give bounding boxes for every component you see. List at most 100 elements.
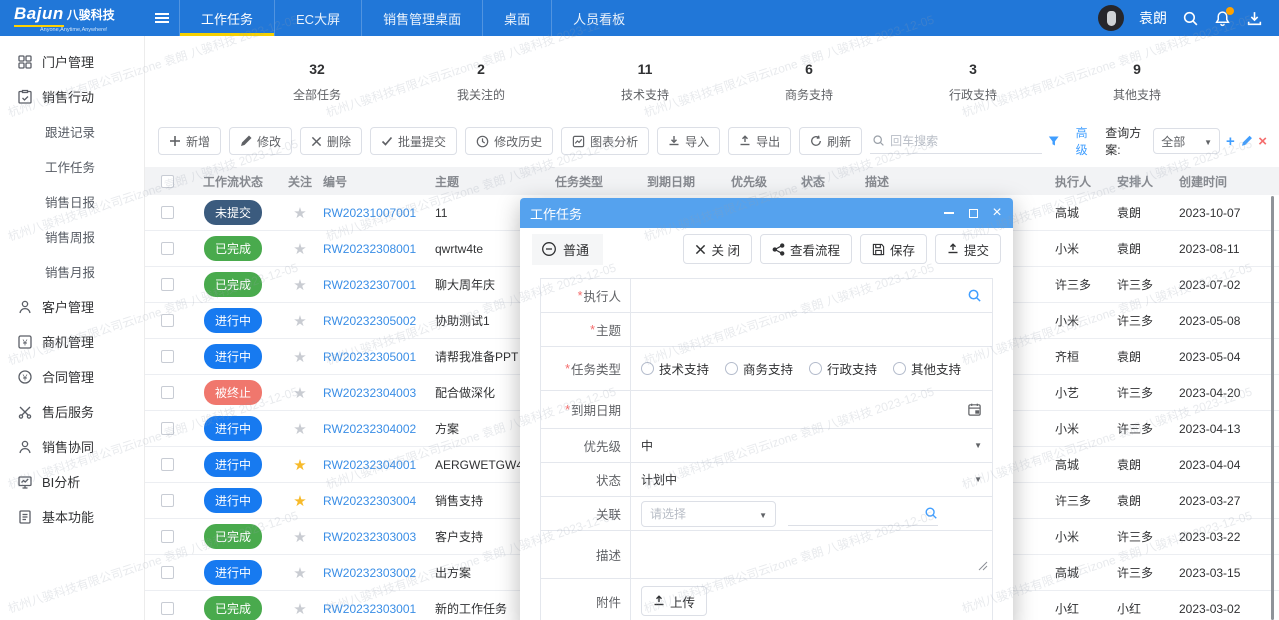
sidebar-item-follow-records[interactable]: 跟进记录	[0, 114, 144, 149]
star-icon[interactable]	[293, 312, 306, 330]
sidebar-item-opportunities[interactable]: ¥ 商机管理	[0, 324, 144, 359]
add-query-plan-icon[interactable]: +	[1226, 134, 1235, 149]
row-checkbox[interactable]	[161, 206, 174, 219]
stat-card[interactable]: 9 其他支持	[1055, 55, 1219, 109]
task-code-link[interactable]: RW20232308001	[323, 242, 416, 256]
select-all-checkbox[interactable]	[161, 175, 174, 188]
query-plan-select[interactable]: 全部	[1153, 128, 1220, 154]
radio-tech-support[interactable]: 技术支持	[641, 359, 709, 378]
sidebar-item-after-sales[interactable]: 售后服务	[0, 394, 144, 429]
task-code-link[interactable]: RW20231007001	[323, 206, 416, 220]
task-code-link[interactable]: RW20232303002	[323, 566, 416, 580]
advanced-search-link[interactable]: 高级	[1076, 124, 1096, 158]
delete-query-plan-icon[interactable]: ×	[1258, 134, 1267, 149]
row-checkbox[interactable]	[161, 494, 174, 507]
row-checkbox[interactable]	[161, 314, 174, 327]
task-code-link[interactable]: RW20232305001	[323, 350, 416, 364]
description-textarea[interactable]	[631, 531, 992, 578]
view-flow-button[interactable]: 查看流程	[760, 234, 852, 264]
nav-tab[interactable]: 人员看板	[551, 0, 646, 36]
submit-button[interactable]: 提交	[935, 234, 1001, 264]
filter-funnel-icon[interactable]	[1048, 134, 1059, 148]
sidebar-item-customers[interactable]: 客户管理	[0, 289, 144, 324]
sidebar-item-work-tasks[interactable]: 工作任务	[0, 149, 144, 184]
subject-field[interactable]	[631, 313, 992, 346]
priority-select[interactable]: 中	[631, 429, 992, 462]
task-code-link[interactable]: RW20232304003	[323, 386, 416, 400]
star-icon[interactable]	[293, 420, 306, 438]
sidebar-item-portal[interactable]: 门户管理	[0, 44, 144, 79]
edit-history-button[interactable]: 修改历史	[465, 127, 553, 155]
star-icon[interactable]	[293, 240, 306, 258]
table-scrollbar[interactable]	[1271, 196, 1274, 620]
sidebar-item-monthly-report[interactable]: 销售月报	[0, 254, 144, 289]
sidebar-item-sales-action[interactable]: 销售行动	[0, 79, 144, 114]
due-date-field[interactable]	[631, 391, 992, 428]
nav-tab[interactable]: 桌面	[482, 0, 551, 36]
row-checkbox[interactable]	[161, 458, 174, 471]
search-input[interactable]	[890, 134, 1040, 148]
task-code-link[interactable]: RW20232305002	[323, 314, 416, 328]
row-checkbox[interactable]	[161, 350, 174, 363]
dialog-title-bar[interactable]: 工作任务	[520, 198, 1013, 228]
star-icon[interactable]	[293, 492, 306, 510]
user-name[interactable]: 袁朗	[1139, 8, 1167, 28]
task-code-link[interactable]: RW20232303003	[323, 530, 416, 544]
chart-analysis-button[interactable]: 图表分析	[561, 127, 649, 155]
nav-tab[interactable]: EC大屏	[274, 0, 361, 36]
task-code-link[interactable]: RW20232303001	[323, 602, 416, 616]
user-avatar[interactable]	[1098, 5, 1124, 31]
sidebar-item-weekly-report[interactable]: 销售周报	[0, 219, 144, 254]
status-select[interactable]: 计划中	[631, 463, 992, 496]
task-code-link[interactable]: RW20232304002	[323, 422, 416, 436]
import-button[interactable]: 导入	[657, 127, 720, 155]
sidebar-item-contracts[interactable]: ¥ 合同管理	[0, 359, 144, 394]
refresh-button[interactable]: 刷新	[799, 127, 862, 155]
row-checkbox[interactable]	[161, 422, 174, 435]
star-icon[interactable]	[293, 564, 306, 582]
sidebar-item-basic-functions[interactable]: 基本功能	[0, 499, 144, 534]
sidebar-item-sales-collab[interactable]: 销售协同	[0, 429, 144, 464]
task-code-link[interactable]: RW20232304001	[323, 458, 416, 472]
search-input-box[interactable]	[870, 128, 1042, 154]
relation-type-select[interactable]: 请选择	[641, 501, 776, 527]
star-icon[interactable]	[293, 384, 306, 402]
stat-card[interactable]: 11 技术支持	[563, 55, 727, 109]
download-icon[interactable]	[1246, 10, 1263, 27]
minimize-icon[interactable]	[943, 207, 955, 219]
nav-tab[interactable]: 销售管理桌面	[361, 0, 482, 36]
star-icon[interactable]	[293, 528, 306, 546]
radio-other-support[interactable]: 其他支持	[893, 359, 961, 378]
task-code-link[interactable]: RW20232303004	[323, 494, 416, 508]
menu-toggle-icon[interactable]	[145, 0, 179, 36]
batch-submit-button[interactable]: 批量提交	[370, 127, 457, 155]
close-icon[interactable]	[991, 207, 1003, 219]
radio-admin-support[interactable]: 行政支持	[809, 359, 877, 378]
stat-card[interactable]: 32 全部任务	[235, 55, 399, 109]
search-icon[interactable]	[1182, 10, 1199, 27]
edit-button[interactable]: 修改	[229, 127, 292, 155]
notification-bell-icon[interactable]	[1214, 10, 1231, 27]
dialog-close-button[interactable]: 关 闭	[683, 234, 751, 264]
executor-field[interactable]	[631, 279, 992, 312]
maximize-icon[interactable]	[967, 207, 979, 219]
row-checkbox[interactable]	[161, 278, 174, 291]
nav-tab[interactable]: 工作任务	[179, 0, 274, 36]
star-icon[interactable]	[293, 348, 306, 366]
stat-card[interactable]: 2 我关注的	[399, 55, 563, 109]
sidebar-item-daily-report[interactable]: 销售日报	[0, 184, 144, 219]
relation-search-input[interactable]	[788, 502, 938, 526]
star-icon[interactable]	[293, 204, 306, 222]
row-checkbox[interactable]	[161, 242, 174, 255]
row-checkbox[interactable]	[161, 566, 174, 579]
row-checkbox[interactable]	[161, 530, 174, 543]
stat-card[interactable]: 3 行政支持	[891, 55, 1055, 109]
add-button[interactable]: 新增	[158, 127, 221, 155]
delete-button[interactable]: 删除	[300, 127, 362, 155]
row-checkbox[interactable]	[161, 386, 174, 399]
export-button[interactable]: 导出	[728, 127, 791, 155]
task-code-link[interactable]: RW20232307001	[323, 278, 416, 292]
save-button[interactable]: 保存	[860, 234, 927, 264]
edit-query-plan-icon[interactable]	[1241, 134, 1252, 148]
row-checkbox[interactable]	[161, 602, 174, 615]
